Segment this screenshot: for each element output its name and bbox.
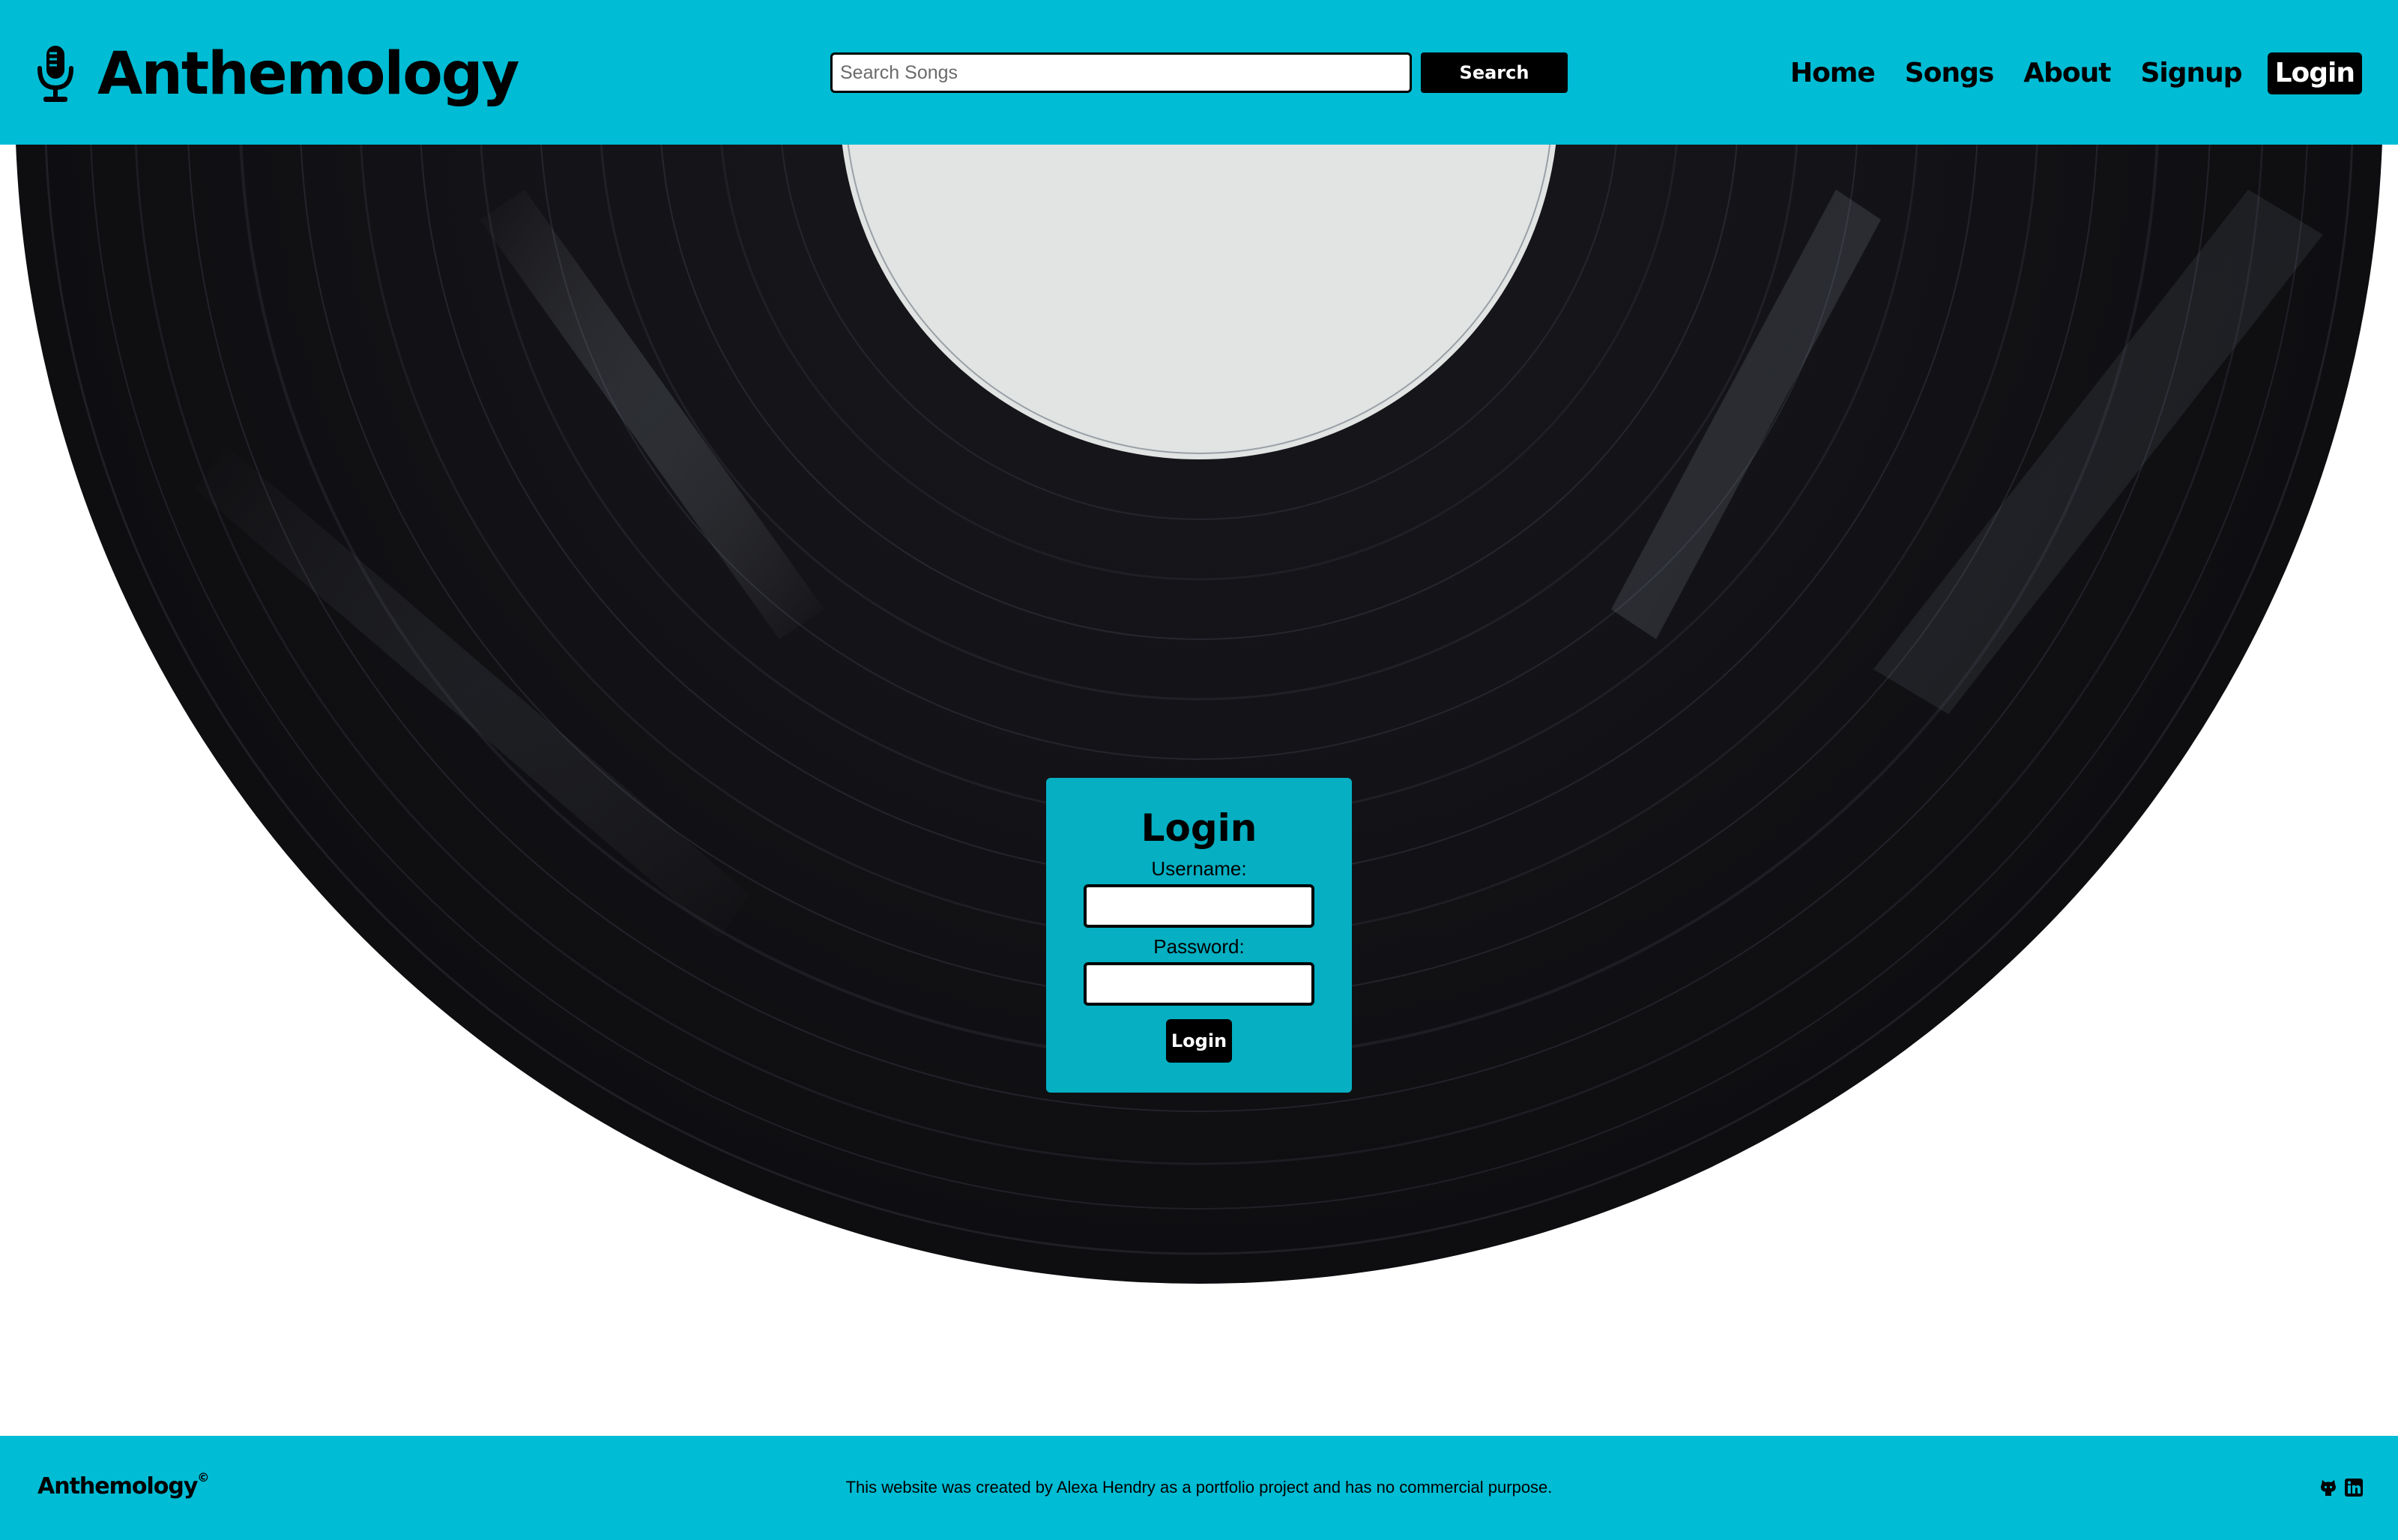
login-form: Login Username: Password: Login [1046, 778, 1352, 1093]
main-nav: Home Songs About Signup Login [1765, 52, 2362, 94]
password-field[interactable] [1084, 962, 1314, 1006]
nav-signup[interactable]: Signup [2136, 52, 2247, 94]
brand-name: Anthemology [97, 40, 519, 108]
social-links [2319, 1478, 2364, 1497]
login-title: Login [1141, 806, 1257, 850]
nav-about[interactable]: About [2019, 52, 2115, 94]
username-label: Username: [1151, 857, 1247, 880]
site-header: Anthemology Search Home Songs About Sign… [0, 0, 2398, 145]
microphone-icon [37, 46, 73, 102]
search-input[interactable] [830, 52, 1412, 93]
username-field[interactable] [1084, 884, 1314, 928]
linkedin-icon[interactable] [2344, 1478, 2364, 1497]
nav-login[interactable]: Login [2267, 52, 2362, 94]
site-footer: Anthemology© This website was created by… [0, 1436, 2398, 1540]
github-icon[interactable] [2319, 1478, 2338, 1497]
nav-home[interactable]: Home [1786, 52, 1879, 94]
password-label: Password: [1153, 935, 1245, 958]
footer-disclaimer: This website was created by Alexa Hendry… [845, 1478, 1553, 1497]
brand-logo[interactable]: Anthemology [36, 40, 519, 108]
hero-background: Login Username: Password: Login [0, 145, 2398, 1436]
login-submit-button[interactable]: Login [1166, 1019, 1232, 1063]
search-button[interactable]: Search [1421, 52, 1568, 93]
nav-songs[interactable]: Songs [1900, 52, 1999, 94]
